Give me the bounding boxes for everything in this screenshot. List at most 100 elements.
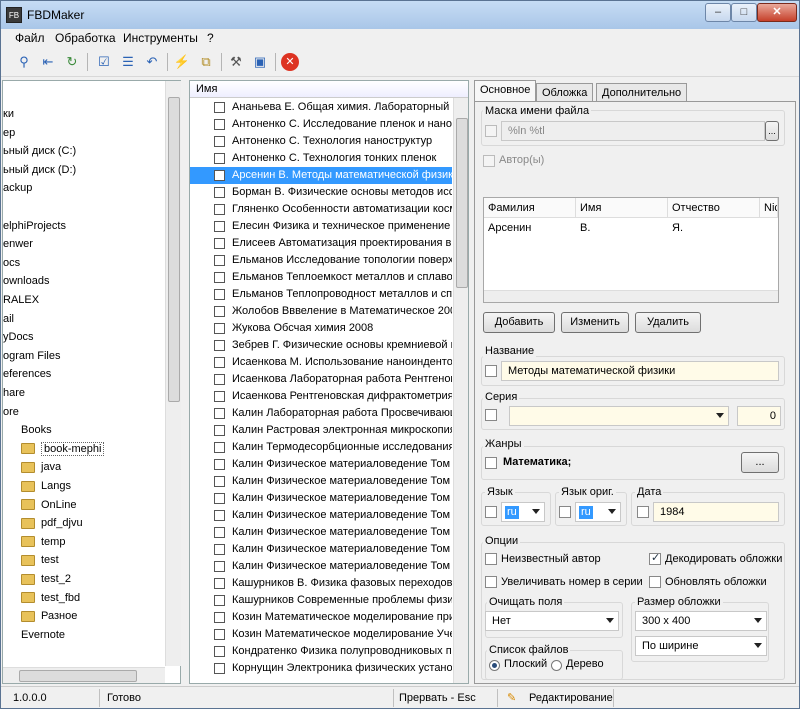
tree-folder[interactable]: pdf_djvu bbox=[21, 514, 83, 532]
list-item-checkbox[interactable] bbox=[214, 595, 225, 606]
tree-vertical-scrollbar[interactable] bbox=[165, 81, 181, 666]
series-combo[interactable] bbox=[509, 406, 729, 426]
tab-cover[interactable]: Обложка bbox=[536, 83, 594, 102]
list-item-checkbox[interactable] bbox=[214, 510, 225, 521]
lang-checkbox[interactable] bbox=[485, 506, 497, 518]
refresh-icon[interactable]: ↻ bbox=[63, 53, 81, 71]
menu-help[interactable]: ? bbox=[207, 31, 214, 45]
tree-item-evernote[interactable]: Evernote bbox=[21, 626, 65, 644]
list-item[interactable]: Кашурников Современные проблемы физики т bbox=[190, 592, 452, 609]
list-icon[interactable]: ☰ bbox=[119, 53, 137, 71]
list-item[interactable]: Калин Физическое материаловедение Том 6 … bbox=[190, 558, 452, 575]
tree-folder[interactable]: Разное bbox=[21, 607, 77, 625]
list-item-checkbox[interactable] bbox=[214, 170, 225, 181]
maximize-button[interactable]: □ bbox=[731, 3, 757, 22]
tree-item[interactable]: RALEX bbox=[3, 291, 39, 309]
list-item[interactable]: Калин Физическое материаловедение Том 5 … bbox=[190, 524, 452, 541]
grid-cell-lastname[interactable]: Арсенин bbox=[484, 219, 531, 237]
tree-item[interactable]: ogram Files bbox=[3, 347, 60, 365]
list-item[interactable]: Калин Термодесорбционные исследования по bbox=[190, 439, 452, 456]
grid-cell-firstname[interactable]: В. bbox=[576, 219, 590, 237]
list-item[interactable]: Ельманов Теплоемкост металлов и сплавов … bbox=[190, 269, 452, 286]
lang-orig-checkbox[interactable] bbox=[559, 506, 571, 518]
tree-folder[interactable]: Langs bbox=[21, 477, 71, 495]
list-item[interactable]: Калин Физическое материаловедение Том 2 … bbox=[190, 473, 452, 490]
list-item-checkbox[interactable] bbox=[214, 459, 225, 470]
list-item-checkbox[interactable] bbox=[214, 221, 225, 232]
list-item-checkbox[interactable] bbox=[214, 102, 225, 113]
export-icon[interactable]: ⇤ bbox=[39, 53, 57, 71]
list-item[interactable]: Зебрев Г. Физические основы кремниевой н… bbox=[190, 337, 452, 354]
list-item-checkbox[interactable] bbox=[214, 527, 225, 538]
cover-fit-combo[interactable]: По ширине bbox=[635, 636, 767, 656]
lang-orig-combo[interactable]: ru bbox=[575, 502, 621, 522]
magnifier-icon[interactable]: ⚲ bbox=[15, 53, 33, 71]
tree-folder[interactable]: java bbox=[21, 458, 61, 476]
increase-series-checkbox[interactable] bbox=[485, 576, 497, 588]
list-item-checkbox[interactable] bbox=[214, 425, 225, 436]
cover-size-combo[interactable]: 300 x 400 bbox=[635, 611, 767, 631]
list-item-checkbox[interactable] bbox=[214, 663, 225, 674]
list-item-checkbox[interactable] bbox=[214, 187, 225, 198]
list-item[interactable]: Антоненко С. Исследование пленок и нанос… bbox=[190, 116, 452, 133]
list-item[interactable]: Исаенкова Лабораторная работа Рентгеногр… bbox=[190, 371, 452, 388]
tree-horizontal-scrollbar[interactable] bbox=[3, 667, 165, 683]
tree-item[interactable]: ьный диск (D:) bbox=[3, 161, 76, 179]
list-item-checkbox[interactable] bbox=[214, 629, 225, 640]
lang-combo[interactable]: ru bbox=[501, 502, 545, 522]
tree-item[interactable]: ьный диск (C:) bbox=[3, 142, 76, 160]
grid-cell-patronymic[interactable]: Я. bbox=[668, 219, 683, 237]
list-item-checkbox[interactable] bbox=[214, 561, 225, 572]
tree-item[interactable]: ки bbox=[3, 105, 14, 123]
list-vertical-scrollbar[interactable] bbox=[453, 98, 468, 683]
list-item-checkbox[interactable] bbox=[214, 323, 225, 334]
add-author-button[interactable]: Добавить bbox=[483, 312, 555, 333]
list-item-checkbox[interactable] bbox=[214, 408, 225, 419]
list-item[interactable]: Елесин Физика и техническое применение н… bbox=[190, 218, 452, 235]
radio-flat[interactable] bbox=[489, 660, 500, 671]
list-item[interactable]: Ельманов Исследование топологии поверхно… bbox=[190, 252, 452, 269]
date-field[interactable]: 1984 bbox=[653, 502, 779, 522]
minimize-button[interactable]: – bbox=[705, 3, 731, 22]
file-list[interactable]: Имя Ананьева Е. Общая химия. Лабораторны… bbox=[189, 80, 469, 684]
tree-item[interactable]: Books bbox=[21, 421, 52, 439]
list-item[interactable]: Козин Математическое моделирование Учебн bbox=[190, 626, 452, 643]
menu-file[interactable]: Файл bbox=[15, 31, 45, 45]
list-item[interactable]: Жолобов Вввеление в Математическое 2008 bbox=[190, 303, 452, 320]
lightning-icon[interactable]: ⚡ bbox=[173, 53, 191, 71]
column-header-name[interactable]: Имя bbox=[190, 81, 468, 98]
grid-col-firstname[interactable]: Имя bbox=[576, 198, 668, 218]
title-field[interactable]: Методы математической физики bbox=[501, 361, 779, 381]
tree-item[interactable]: elphiProjects bbox=[3, 217, 66, 235]
grid-col-lastname[interactable]: Фамилия bbox=[484, 198, 576, 218]
title-checkbox[interactable] bbox=[485, 365, 497, 377]
tree-item[interactable]: yDocs bbox=[3, 328, 34, 346]
list-item[interactable]: Антоненко С. Технология тонких пленок bbox=[190, 150, 452, 167]
tree-item[interactable]: ownloads bbox=[3, 272, 49, 290]
list-item-checkbox[interactable] bbox=[214, 153, 225, 164]
list-item[interactable]: Жукова Обсчая химия 2008 bbox=[190, 320, 452, 337]
decode-covers-checkbox[interactable] bbox=[649, 551, 661, 565]
list-item[interactable]: Ананьева Е. Общая химия. Лабораторный пр… bbox=[190, 99, 452, 116]
tree-item[interactable]: ackup bbox=[3, 179, 32, 197]
list-item[interactable]: Кондратенко Физика полупроводниковых пр bbox=[190, 643, 452, 660]
undo-icon[interactable]: ↶ bbox=[143, 53, 161, 71]
mask-browse-button[interactable]: ... bbox=[765, 121, 779, 141]
list-item[interactable]: Исаенкова М. Использование наноиндентоме bbox=[190, 354, 452, 371]
list-item[interactable]: Калин Физическое материаловедение Том 3 … bbox=[190, 490, 452, 507]
delete-author-button[interactable]: Удалить bbox=[635, 312, 701, 333]
list-item-checkbox[interactable] bbox=[214, 204, 225, 215]
menu-tools[interactable]: Инструменты bbox=[123, 31, 198, 45]
list-item-checkbox[interactable] bbox=[214, 391, 225, 402]
tree-item[interactable]: eferences bbox=[3, 365, 51, 383]
close-button[interactable]: ✕ bbox=[757, 3, 797, 22]
books-icon[interactable]: ▣ bbox=[251, 53, 269, 71]
grid-col-nick[interactable]: Nic bbox=[760, 198, 778, 218]
list-item-checkbox[interactable] bbox=[214, 289, 225, 300]
list-item-checkbox[interactable] bbox=[214, 136, 225, 147]
authors-grid[interactable]: Фамилия Имя Отчество Nic Арсенин В. Я. bbox=[483, 197, 779, 303]
stop-icon[interactable]: ✕ bbox=[281, 53, 299, 71]
tree-folder[interactable]: temp bbox=[21, 533, 65, 551]
list-item[interactable]: Гляненко Особенности автоматизации космо… bbox=[190, 201, 452, 218]
genres-checkbox[interactable] bbox=[485, 457, 497, 469]
